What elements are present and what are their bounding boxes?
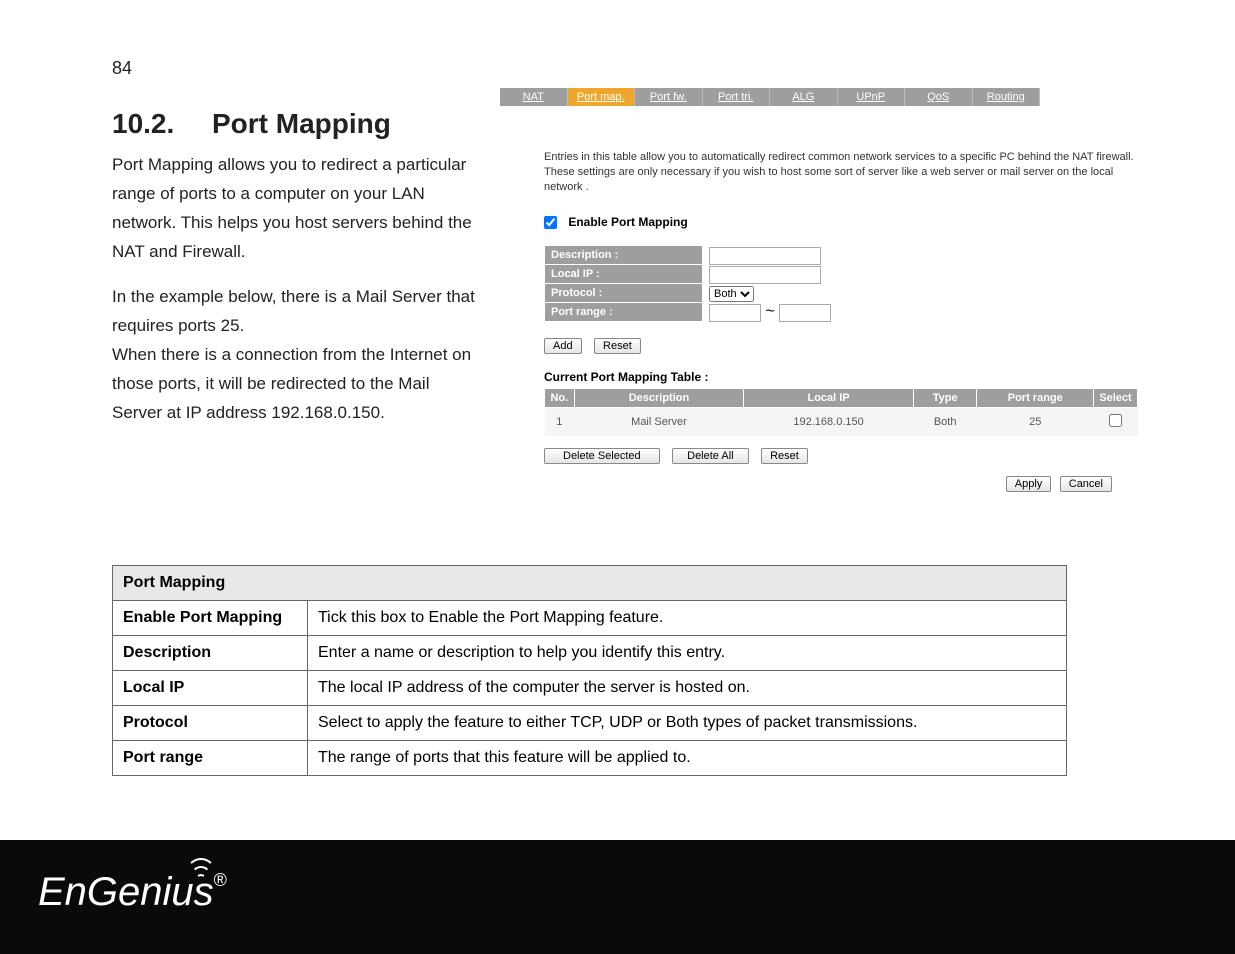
reset-button[interactable]: Reset: [594, 338, 641, 354]
desc-header: Port Mapping: [113, 566, 1067, 601]
local-ip-input[interactable]: [709, 266, 821, 284]
th-type: Type: [913, 389, 977, 408]
row-select-checkbox[interactable]: [1109, 414, 1122, 427]
intro-text: Entries in this table allow you to autom…: [544, 150, 1134, 195]
desc-label-0: Enable Port Mapping: [113, 601, 308, 636]
mapping-table-title: Current Port Mapping Table :: [544, 370, 1144, 384]
delete-all-button[interactable]: Delete All: [672, 448, 748, 464]
tab-bar: NAT Port map. Port fw. Port tri. ALG UPn…: [500, 88, 1040, 106]
apply-button[interactable]: Apply: [1006, 476, 1052, 492]
tab-qos[interactable]: QoS: [905, 88, 973, 106]
tab-nat[interactable]: NAT: [500, 88, 568, 106]
page-number: 84: [112, 58, 132, 79]
desc-label-4: Port range: [113, 741, 308, 776]
screenshot-panel: NAT Port map. Port fw. Port tri. ALG UPn…: [494, 88, 1144, 492]
desc-label-3: Protocol: [113, 706, 308, 741]
desc-text-0: Tick this box to Enable the Port Mapping…: [308, 601, 1067, 636]
th-ip: Local IP: [744, 389, 914, 408]
tab-routing[interactable]: Routing: [973, 88, 1041, 106]
form-table: Description : Local IP : Protocol : Both…: [544, 245, 832, 322]
mapping-table: No. Description Local IP Type Port range…: [544, 388, 1138, 436]
tab-port-map[interactable]: Port map.: [568, 88, 636, 106]
desc-text-4: The range of ports that this feature wil…: [308, 741, 1067, 776]
th-select: Select: [1094, 389, 1138, 408]
desc-text-1: Enter a name or description to help you …: [308, 636, 1067, 671]
protocol-select[interactable]: Both: [709, 286, 754, 302]
table-row: 1 Mail Server 192.168.0.150 Both 25: [545, 408, 1138, 437]
enable-checkbox[interactable]: [544, 216, 557, 229]
cell-no: 1: [545, 408, 575, 437]
cancel-button[interactable]: Cancel: [1060, 476, 1112, 492]
description-label: Description :: [545, 246, 703, 265]
tab-port-tri[interactable]: Port tri.: [703, 88, 771, 106]
cell-select: [1094, 408, 1138, 437]
cell-desc: Mail Server: [574, 408, 744, 437]
description-input[interactable]: [709, 247, 821, 265]
tab-upnp[interactable]: UPnP: [838, 88, 906, 106]
enable-label: Enable Port Mapping: [568, 215, 687, 229]
paragraph-2: In the example below, there is a Mail Se…: [112, 282, 482, 427]
section-name: Port Mapping: [212, 108, 391, 139]
delete-selected-button[interactable]: Delete Selected: [544, 448, 660, 464]
port-range-to[interactable]: [779, 304, 831, 322]
add-button[interactable]: Add: [544, 338, 582, 354]
footer: EnGenius®: [0, 840, 1235, 954]
cell-ip: 192.168.0.150: [744, 408, 914, 437]
port-range-label: Port range :: [545, 303, 703, 322]
desc-label-2: Local IP: [113, 671, 308, 706]
th-desc: Description: [574, 389, 744, 408]
tab-alg[interactable]: ALG: [770, 88, 838, 106]
range-separator: ~: [765, 303, 774, 320]
protocol-label: Protocol :: [545, 284, 703, 303]
th-range: Port range: [977, 389, 1094, 408]
tab-port-fw[interactable]: Port fw.: [635, 88, 703, 106]
local-ip-label: Local IP :: [545, 265, 703, 284]
section-number: 10.2.: [112, 108, 212, 140]
enable-row: Enable Port Mapping: [544, 215, 1144, 229]
desc-text-2: The local IP address of the computer the…: [308, 671, 1067, 706]
desc-label-1: Description: [113, 636, 308, 671]
reset-table-button[interactable]: Reset: [761, 448, 808, 464]
desc-text-3: Select to apply the feature to either TC…: [308, 706, 1067, 741]
th-no: No.: [545, 389, 575, 408]
cell-type: Both: [913, 408, 977, 437]
description-table: Port Mapping Enable Port MappingTick thi…: [112, 565, 1067, 776]
cell-range: 25: [977, 408, 1094, 437]
paragraph-1: Port Mapping allows you to redirect a pa…: [112, 150, 482, 266]
section-title: 10.2.Port Mapping: [112, 108, 391, 140]
port-range-from[interactable]: [709, 304, 761, 322]
